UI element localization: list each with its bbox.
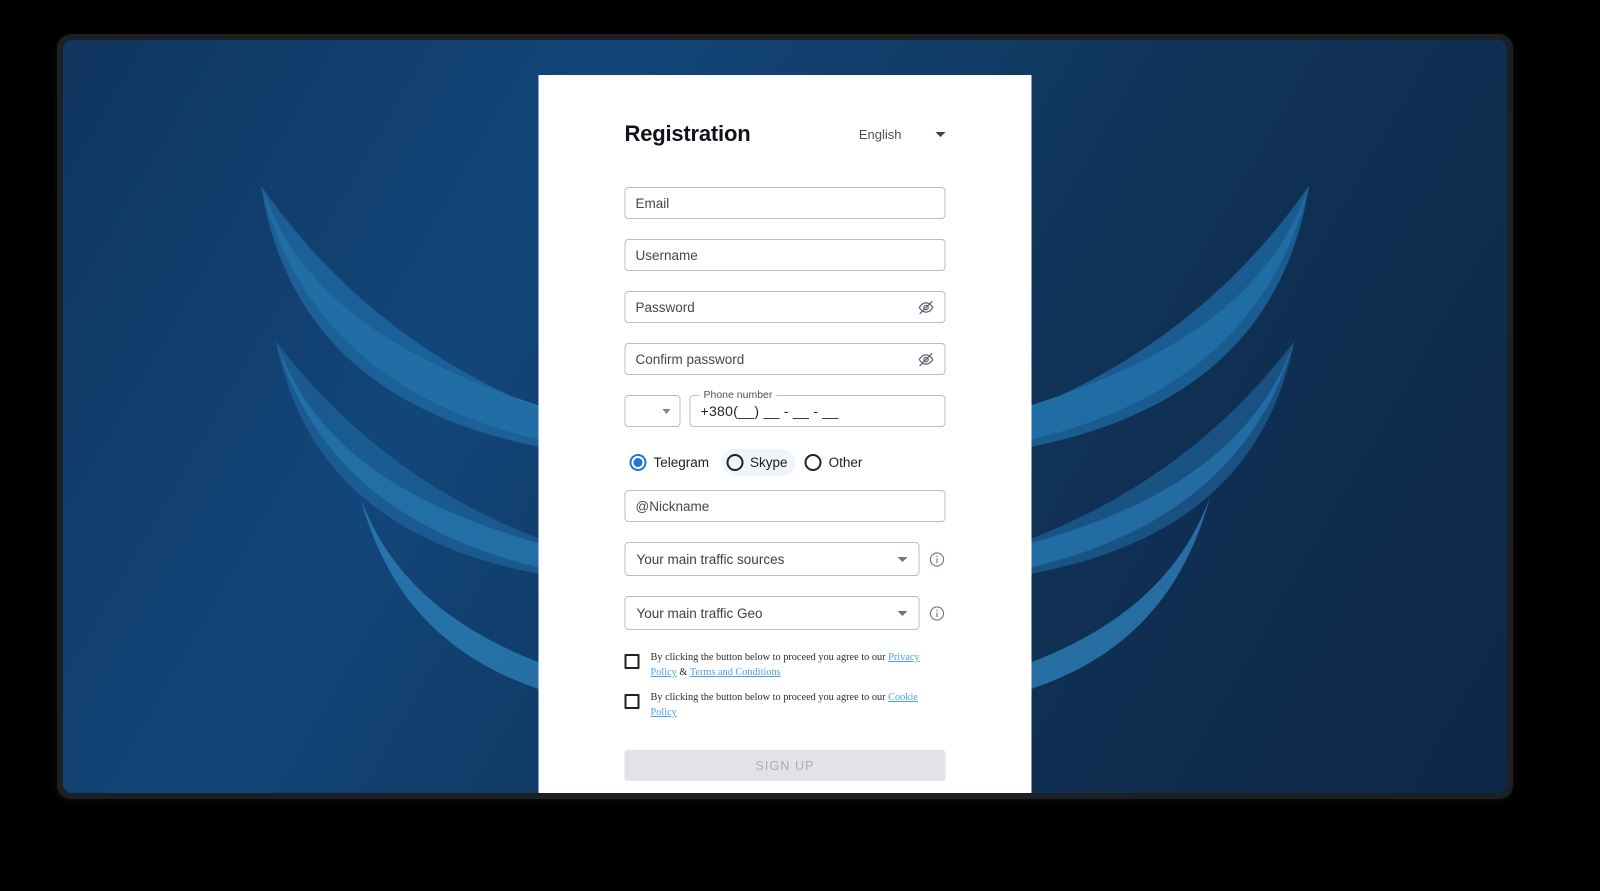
radio-icon bbox=[629, 454, 647, 471]
info-circle-icon[interactable] bbox=[929, 605, 946, 622]
card-header: Registration English bbox=[625, 121, 946, 147]
cookie-consent-text: By clicking the button below to proceed … bbox=[651, 690, 946, 720]
consent-separator: & bbox=[676, 667, 690, 678]
traffic-geo-select[interactable]: Your main traffic Geo bbox=[624, 596, 920, 630]
phone-number-value: +380(__) __ - __ - __ bbox=[700, 403, 839, 419]
chevron-down-icon bbox=[662, 408, 670, 414]
ukraine-flag-icon bbox=[635, 404, 655, 418]
password-field[interactable]: Password bbox=[624, 291, 946, 323]
radio-label: Skype bbox=[750, 455, 788, 470]
monitor-bezel: Registration English Email Username Pass… bbox=[57, 34, 1513, 799]
phone-row: Phone number +380(__) __ - __ - __ bbox=[624, 389, 946, 427]
consent-section: By clicking the button below to proceed … bbox=[624, 650, 946, 720]
browser-viewport: Registration English Email Username Pass… bbox=[63, 40, 1507, 793]
registration-card: Registration English Email Username Pass… bbox=[538, 75, 1032, 793]
traffic-sources-placeholder: Your main traffic sources bbox=[636, 551, 785, 567]
privacy-consent-checkbox[interactable] bbox=[624, 654, 640, 669]
consent-row-cookie: By clicking the button below to proceed … bbox=[624, 690, 946, 720]
traffic-geo-row: Your main traffic Geo bbox=[624, 596, 946, 630]
consent-prefix: By clicking the button below to proceed … bbox=[650, 692, 889, 703]
chevron-down-icon bbox=[897, 556, 908, 562]
radio-icon bbox=[726, 454, 744, 471]
radio-option-telegram[interactable]: Telegram bbox=[625, 449, 718, 476]
messenger-radio-group: Telegram Skype Other bbox=[625, 449, 946, 476]
consent-prefix: By clicking the button below to proceed … bbox=[650, 652, 889, 663]
radio-label: Other bbox=[828, 455, 863, 470]
password-placeholder: Password bbox=[635, 299, 695, 315]
email-placeholder: Email bbox=[635, 195, 670, 211]
username-placeholder: Username bbox=[635, 247, 698, 263]
eye-off-icon[interactable] bbox=[918, 351, 935, 368]
privacy-consent-text: By clicking the button below to proceed … bbox=[651, 650, 946, 680]
nickname-placeholder: @Nickname bbox=[635, 498, 710, 514]
page-title: Registration bbox=[624, 121, 751, 146]
traffic-geo-placeholder: Your main traffic Geo bbox=[636, 605, 763, 621]
username-field[interactable]: Username bbox=[624, 239, 946, 271]
radio-icon bbox=[804, 454, 822, 471]
language-label: English bbox=[858, 126, 902, 142]
terms-link[interactable]: Terms and Conditions bbox=[690, 667, 781, 678]
phone-number-label: Phone number bbox=[699, 389, 777, 401]
chevron-down-icon bbox=[935, 131, 946, 137]
radio-label: Telegram bbox=[653, 455, 710, 470]
eye-off-icon[interactable] bbox=[918, 299, 935, 316]
confirm-password-placeholder: Confirm password bbox=[635, 351, 745, 367]
info-circle-icon[interactable] bbox=[929, 551, 946, 568]
traffic-sources-select[interactable]: Your main traffic sources bbox=[624, 542, 920, 576]
sign-up-button[interactable]: SIGN UP bbox=[624, 750, 946, 781]
phone-number-field[interactable]: Phone number +380(__) __ - __ - __ bbox=[689, 389, 946, 427]
cookie-consent-checkbox[interactable] bbox=[624, 694, 640, 709]
country-code-selector[interactable] bbox=[624, 395, 681, 427]
radio-option-other[interactable]: Other bbox=[800, 449, 871, 476]
nickname-field[interactable]: @Nickname bbox=[624, 490, 946, 522]
radio-option-skype[interactable]: Skype bbox=[721, 449, 796, 476]
chevron-down-icon bbox=[897, 610, 908, 616]
traffic-sources-row: Your main traffic sources bbox=[624, 542, 946, 576]
email-field[interactable]: Email bbox=[624, 187, 946, 219]
language-selector[interactable]: English bbox=[859, 127, 946, 142]
confirm-password-field[interactable]: Confirm password bbox=[624, 343, 946, 375]
consent-row-privacy: By clicking the button below to proceed … bbox=[624, 650, 946, 680]
